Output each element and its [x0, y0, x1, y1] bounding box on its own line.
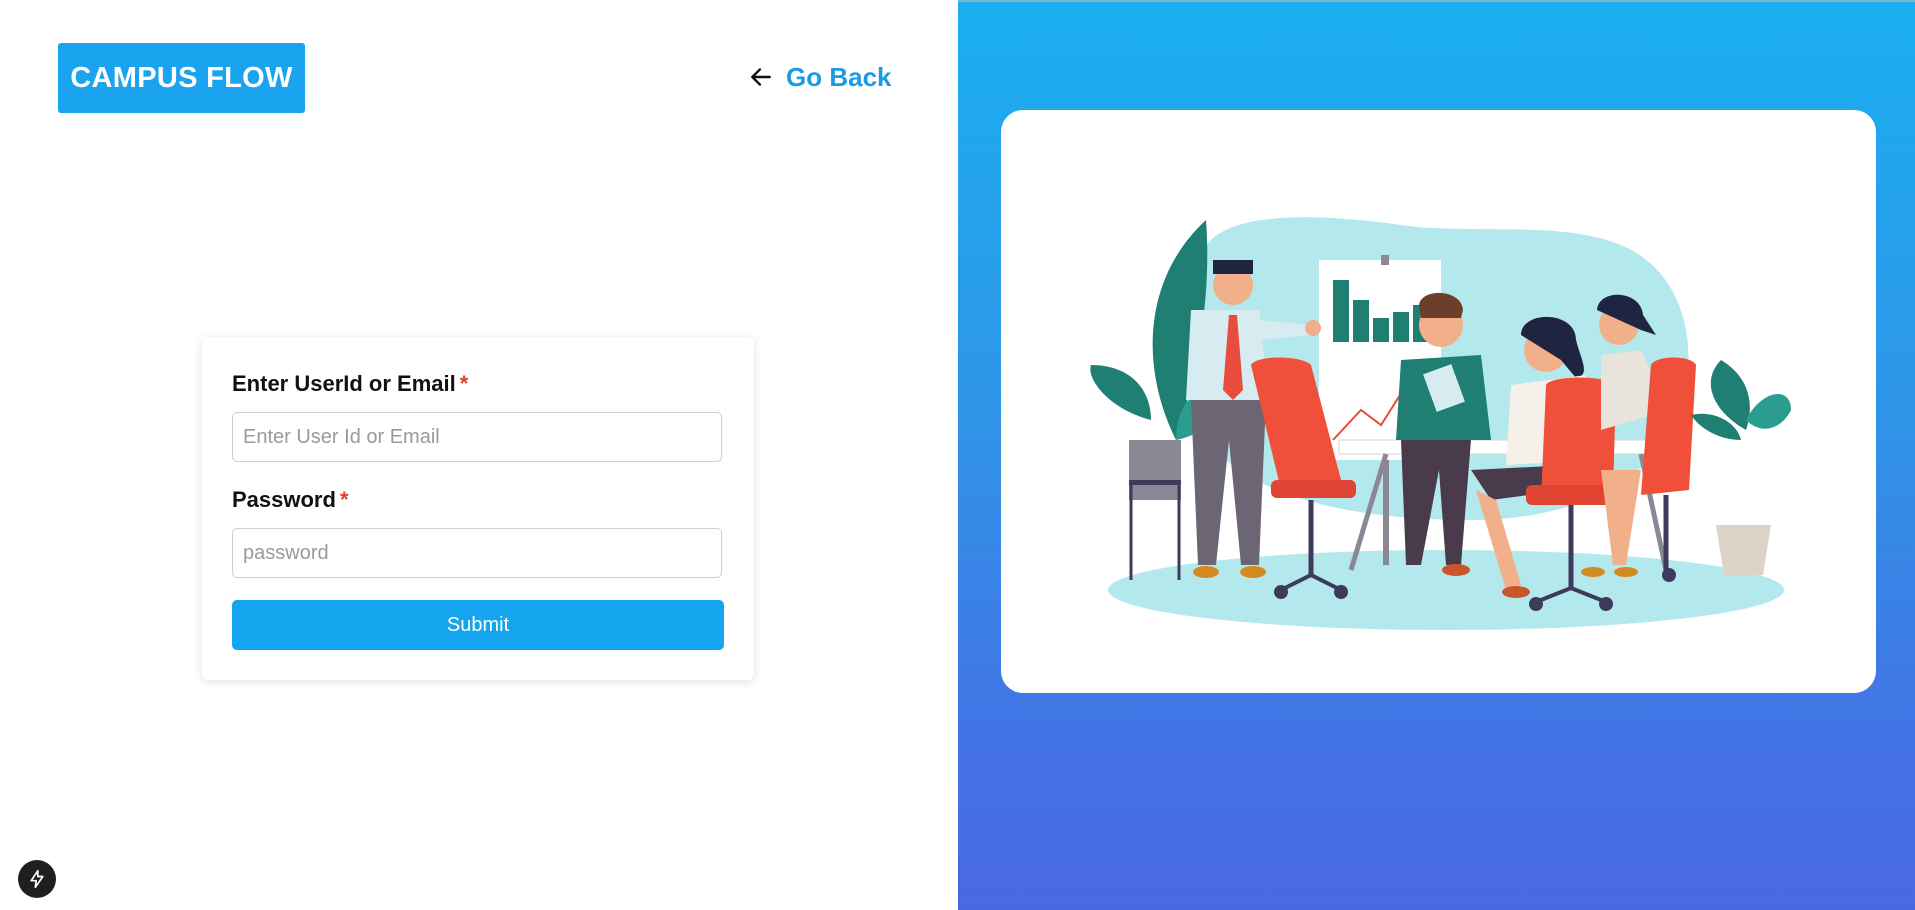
dev-tools-button[interactable]	[18, 860, 56, 898]
user-id-label-text: Enter UserId or Email	[232, 371, 456, 396]
illustration-card	[1001, 110, 1876, 693]
arrow-left-icon	[751, 68, 771, 86]
user-id-label: Enter UserId or Email *	[232, 371, 468, 397]
go-back-link[interactable]: Go Back	[748, 58, 892, 96]
submit-button[interactable]: Submit	[232, 600, 724, 650]
team-meeting-illustration	[1090, 217, 1791, 630]
user-id-input[interactable]	[232, 412, 722, 462]
brand-logo[interactable]: CAMPUS FLOW	[58, 43, 305, 113]
required-mark: *	[339, 487, 349, 512]
brand-logo-text: CAMPUS FLOW	[70, 61, 293, 94]
password-input[interactable]	[232, 528, 722, 578]
login-panel: CAMPUS FLOW Go Back Enter UserId or Emai…	[0, 0, 958, 910]
go-back-label: Go Back	[786, 61, 892, 92]
lightning-icon	[30, 869, 44, 889]
login-form-card: Enter UserId or Email* Password* Submit	[202, 337, 754, 680]
required-mark: *	[459, 371, 469, 396]
password-label: Password *	[232, 487, 349, 513]
password-label-text: Password	[232, 487, 336, 512]
